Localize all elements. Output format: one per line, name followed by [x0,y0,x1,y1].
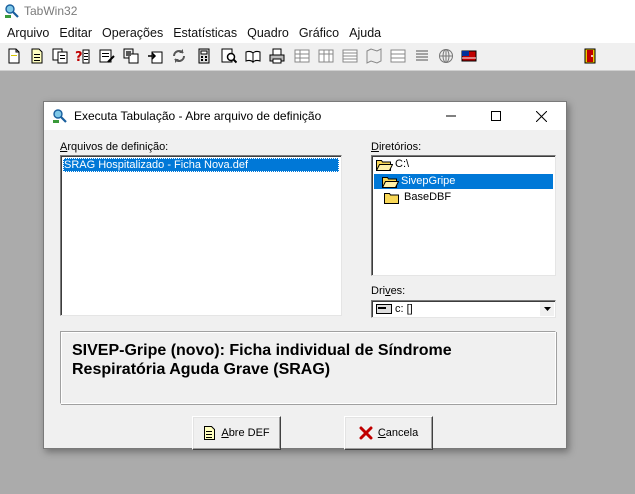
close-icon [536,110,547,122]
list-icon[interactable] [414,48,430,64]
chevron-down-icon [543,307,551,311]
definition-description-panel: SIVEP-Gripe (novo): Ficha individual de … [60,331,556,404]
sort-table-icon[interactable] [342,48,358,64]
menu-grafico[interactable]: Gráfico [294,26,344,40]
dialog-title: Executa Tabulação - Abre arquivo de defi… [74,109,322,123]
drives-select[interactable]: c: [] [371,300,556,318]
globe-icon[interactable] [438,48,454,64]
directory-item-root[interactable]: C:\ [374,157,553,172]
import-icon[interactable] [147,48,163,64]
drive-icon [376,304,392,314]
recalc-icon[interactable] [171,48,187,64]
open-file-icon[interactable] [29,48,45,64]
toolbar: ? [0,43,635,71]
menu-ajuda[interactable]: Ajuda [344,26,386,40]
close-button[interactable] [519,102,564,130]
menu-operacoes[interactable]: Operações [97,26,168,40]
app-titlebar: TabWin32 [0,0,635,22]
tabwin-logo-icon [4,3,20,19]
open-def-button[interactable]: Abre DEF [192,416,281,450]
book-icon[interactable] [245,48,261,64]
cancel-button[interactable]: Cancela [344,416,433,450]
maximize-icon [490,111,501,121]
directory-item-sivepgripe[interactable]: SivepGripe [374,174,553,189]
calculator-icon[interactable] [196,48,212,64]
directory-item-basedbf[interactable]: BaseDBF [374,190,553,205]
print-icon[interactable] [269,48,285,64]
directories-label: Diretórios: [371,141,422,153]
list-item[interactable]: SRAG Hospitalizado - Ficha Nova.def [63,158,339,172]
directories-list[interactable]: C:\ SivepGripe BaseDBF [371,155,556,276]
dialog-app-icon [52,108,68,124]
files-label: Arquivos de definição: [60,141,169,153]
flag-icon[interactable] [461,48,477,64]
maximize-button[interactable] [473,102,518,130]
map-icon[interactable] [366,48,382,64]
table-cols-icon[interactable] [318,48,334,64]
open-folder-icon [376,160,393,171]
menu-quadro[interactable]: Quadro [242,26,294,40]
cancel-label: Cancela [377,427,419,439]
new-file-icon[interactable] [6,48,22,64]
svg-text:?: ? [75,50,83,64]
query-icon[interactable]: ? [75,48,91,65]
open-folder-icon [382,177,399,188]
menu-estatisticas[interactable]: Estatísticas [168,26,242,40]
dialog-titlebar: Executa Tabulação - Abre arquivo de defi… [44,102,566,130]
layout-icon[interactable] [123,48,139,64]
dropdown-button[interactable] [539,302,554,316]
print-preview-icon[interactable] [221,48,238,64]
definition-description: SIVEP-Gripe (novo): Ficha individual de … [72,342,452,378]
table-rows-icon[interactable] [294,48,310,64]
drive-value: c: [] [395,303,413,315]
filter-table-icon[interactable] [390,48,406,64]
folder-icon [384,193,399,204]
cancel-x-icon [359,426,373,440]
definition-files-list[interactable]: SRAG Hospitalizado - Ficha Nova.def [60,155,342,316]
minimize-button[interactable] [428,102,473,130]
copy-files-icon[interactable] [52,48,68,64]
open-definition-dialog: Executa Tabulação - Abre arquivo de defi… [43,101,567,450]
open-def-label: Abre DEF [221,427,270,439]
menu-arquivo[interactable]: Arquivo [2,26,54,40]
menu-editar[interactable]: Editar [54,26,97,40]
exit-door-icon[interactable] [582,48,598,64]
open-document-icon [204,426,216,440]
menu-bar: Arquivo Editar Operações Estatísticas Qu… [0,22,635,43]
minimize-icon [445,115,456,117]
drives-label: Drives: [371,285,406,297]
edit-definition-icon[interactable] [99,48,115,64]
app-title: TabWin32 [24,4,78,18]
